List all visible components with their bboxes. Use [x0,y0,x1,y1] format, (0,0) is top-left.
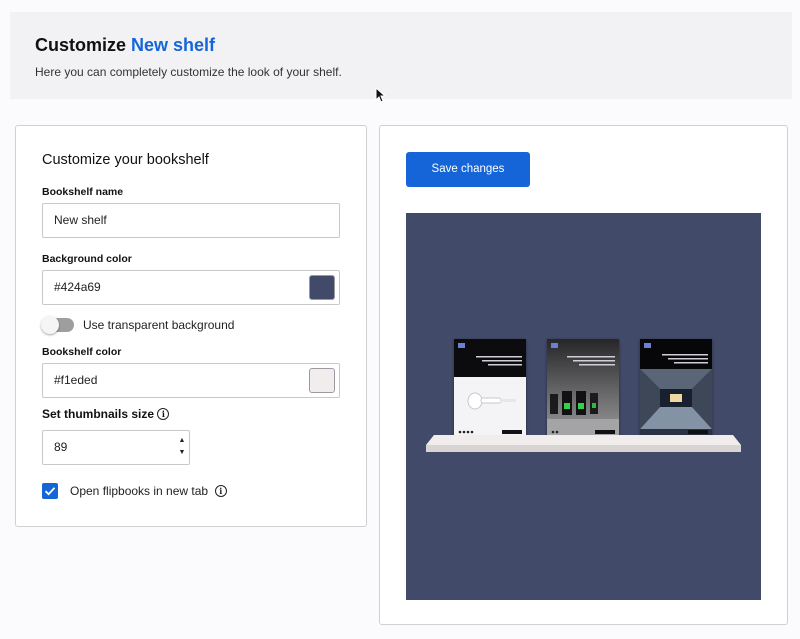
save-changes-button[interactable]: Save changes [406,152,530,187]
page-header: Customize New shelf Here you can complet… [10,12,792,99]
bookshelf-color-value: #f1eded [54,373,98,387]
thumbnails-size-text: Set thumbnails size [42,407,155,421]
bookshelf-color-label: Bookshelf color [42,346,122,358]
background-color-input[interactable]: #424a69 [42,270,340,305]
background-color-swatch[interactable] [309,275,335,300]
info-icon[interactable]: i [214,485,227,497]
number-spinner[interactable]: ▲ ▼ [177,435,187,459]
spin-up-icon[interactable]: ▲ [177,435,187,447]
open-new-tab-checkbox[interactable] [42,483,58,499]
spin-down-icon[interactable]: ▼ [177,447,187,459]
flipbook-thumbnail[interactable] [547,339,619,439]
settings-panel: Customize your bookshelf Bookshelf name … [15,125,367,527]
mouse-cursor-icon [375,87,385,103]
bookshelf-board [426,435,741,452]
preview-panel: Save changes [379,125,788,625]
thumbnails-size-value: 89 [54,440,68,454]
checkmark-icon [44,487,56,496]
background-color-label: Background color [42,253,132,265]
background-color-value: #424a69 [54,280,101,294]
open-new-tab-text: Open flipbooks in new tab [70,484,209,498]
flipbook-thumbnail[interactable] [454,339,526,439]
open-new-tab-label: Open flipbooks in new tab i [70,484,227,498]
info-icon[interactable]: i [157,408,170,420]
bookshelf-color-input[interactable]: #f1eded [42,363,340,398]
transparent-background-label: Use transparent background [83,318,235,332]
page-title: Customize New shelf [35,35,215,56]
shelf-preview [406,213,761,600]
transparent-background-toggle[interactable] [41,316,74,334]
thumbnails-size-input[interactable]: 89 ▲ ▼ [42,430,190,465]
bookshelf-color-swatch[interactable] [309,368,335,393]
thumbnails-size-label: Set thumbnails size i [42,407,170,421]
settings-heading: Customize your bookshelf [42,152,209,168]
title-prefix: Customize [35,35,127,55]
bookshelf-name-label: Bookshelf name [42,186,124,198]
page-subtitle: Here you can completely customize the lo… [35,65,342,79]
flipbook-thumbnail[interactable] [640,339,712,439]
shelf-name-title: New shelf [131,35,216,55]
bookshelf-name-input[interactable]: New shelf [42,203,340,238]
toggle-knob [41,316,59,334]
